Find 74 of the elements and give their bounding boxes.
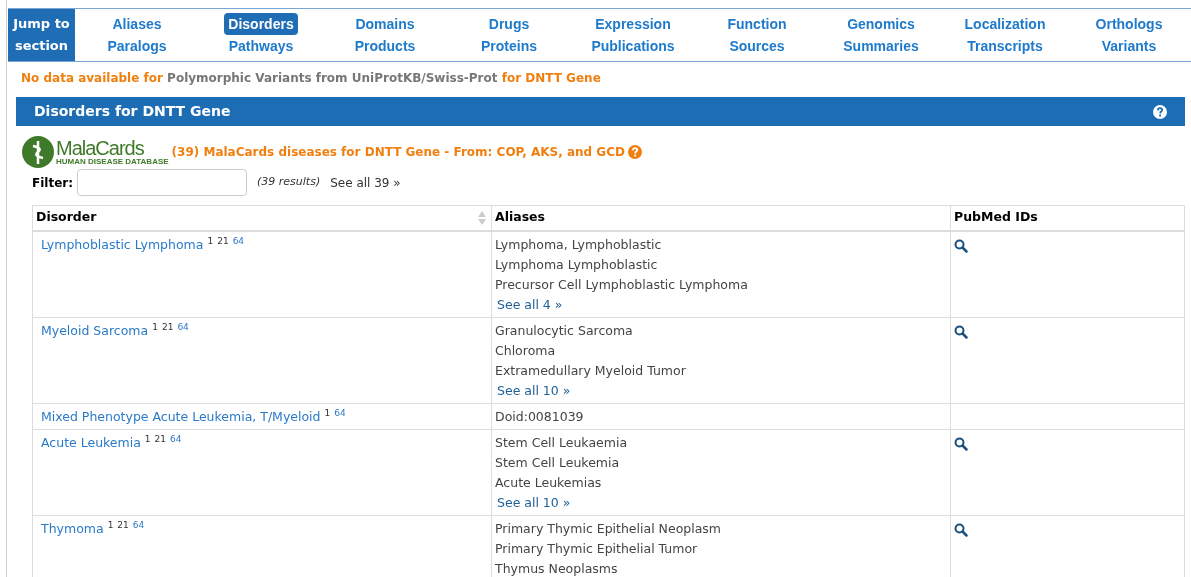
see-all-link[interactable]: See all 10 » [497, 492, 571, 513]
alias-text: Stem Cell Leukemia [495, 453, 621, 472]
source-link[interactable]: 64 [177, 322, 189, 332]
section-link[interactable]: Domains [351, 13, 419, 35]
no-data-notice: No data available for Polymorphic Variants from UniProtKB/Swiss-Prot for DNTT Gene [21, 70, 602, 87]
see-all-link[interactable]: See all 10 » [497, 380, 571, 401]
section-link[interactable]: Genomics [843, 13, 919, 35]
filter-label: Filter: [32, 174, 73, 192]
jump-label: Jump to section [8, 9, 75, 61]
section-link[interactable]: Aliases [108, 13, 166, 35]
result-count: (39 results) [257, 174, 321, 191]
search-icon[interactable] [954, 522, 968, 537]
source-number: 21 [161, 322, 174, 332]
alias-text: Precursor Cell Lymphoblastic Lymphoma [495, 275, 749, 294]
section-link[interactable]: Variants [1097, 35, 1161, 57]
disorder-link[interactable]: Myeloid Sarcoma [41, 322, 149, 338]
sort-icon [478, 211, 486, 225]
logo-tagline: HUMAN DISEASE DATABASE [56, 158, 169, 166]
source-number: 21 [154, 434, 167, 444]
section-link[interactable]: Pathways [224, 35, 298, 57]
column-header: Aliases [491, 205, 951, 231]
section-link[interactable]: Sources [725, 35, 789, 57]
source-number: 1 [144, 434, 151, 444]
section-link[interactable]: Paralogs [103, 35, 171, 57]
alias-text: Lymphoma Lymphoblastic [495, 255, 659, 274]
section-link[interactable]: Proteins [477, 35, 541, 57]
section-link[interactable]: Localization [960, 13, 1050, 35]
section-title: Disorders for DNTT Gene [34, 102, 231, 121]
alias-text: Primary Thymic Epithelial Tumor [495, 539, 699, 558]
alias-text: Chloroma [495, 341, 557, 360]
see-all-link[interactable]: See all 4 » [497, 294, 563, 315]
source-number: 21 [217, 236, 229, 246]
source-link[interactable]: 64 [132, 520, 145, 530]
column-header: PubMed IDs [950, 205, 1185, 231]
see-all-link[interactable]: See all 39 » [330, 173, 401, 192]
alias-text: Granulocytic Sarcoma [495, 321, 634, 340]
alias-text: Lymphoma, Lymphoblastic [495, 235, 663, 254]
source-link[interactable]: 64 [170, 434, 182, 444]
search-icon[interactable] [954, 324, 968, 339]
source-number: 1 [324, 408, 331, 418]
logo-name: MalaCards [56, 138, 145, 158]
alias-text: Extramedullary Myeloid Tumor [495, 361, 687, 380]
section-link[interactable]: Drugs [484, 13, 534, 35]
search-icon[interactable] [954, 436, 968, 451]
help-icon[interactable] [627, 145, 642, 159]
source-number: 1 [207, 236, 214, 246]
section-link[interactable]: Orthologs [1091, 13, 1167, 35]
column-header[interactable]: Disorder [32, 205, 492, 231]
source-link[interactable]: 64 [334, 408, 346, 418]
search-icon[interactable] [954, 238, 968, 253]
disorder-link[interactable]: Acute Leukemia [41, 434, 141, 450]
alias-text: Thymus Neoplasms [495, 559, 619, 577]
disorder-link[interactable]: Thymoma [41, 520, 104, 536]
section-link[interactable]: Publications [587, 35, 679, 57]
caduceus-icon [22, 136, 54, 168]
section-link[interactable]: Disorders [224, 13, 298, 35]
section-link[interactable]: Summaries [839, 35, 923, 57]
section-link[interactable]: Products [350, 35, 420, 57]
help-icon[interactable] [1153, 104, 1167, 119]
source-number: 1 [152, 322, 158, 332]
section-link[interactable]: Expression [591, 13, 675, 35]
alias-text: Doid:0081039 [495, 407, 585, 426]
alias-text: Stem Cell Leukaemia [495, 433, 629, 452]
source-number: 1 [107, 520, 114, 530]
malacards-summary: (39) MalaCards diseases for DNTT Gene - From: COP, AKS, and GCD [171, 144, 625, 161]
source-number: 21 [117, 520, 129, 530]
alias-text: Acute Leukemias [495, 473, 603, 492]
source-link[interactable]: 64 [232, 236, 245, 246]
section-link[interactable]: Transcripts [963, 35, 1047, 57]
disorder-link[interactable]: Lymphoblastic Lymphoma [41, 236, 204, 252]
section-link[interactable]: Function [723, 13, 791, 35]
disorder-link[interactable]: Mixed Phenotype Acute Leukemia, T/Myeloid [41, 408, 321, 424]
alias-text: Primary Thymic Epithelial Neoplasm [495, 519, 723, 538]
filter-field[interactable] [77, 169, 247, 196]
